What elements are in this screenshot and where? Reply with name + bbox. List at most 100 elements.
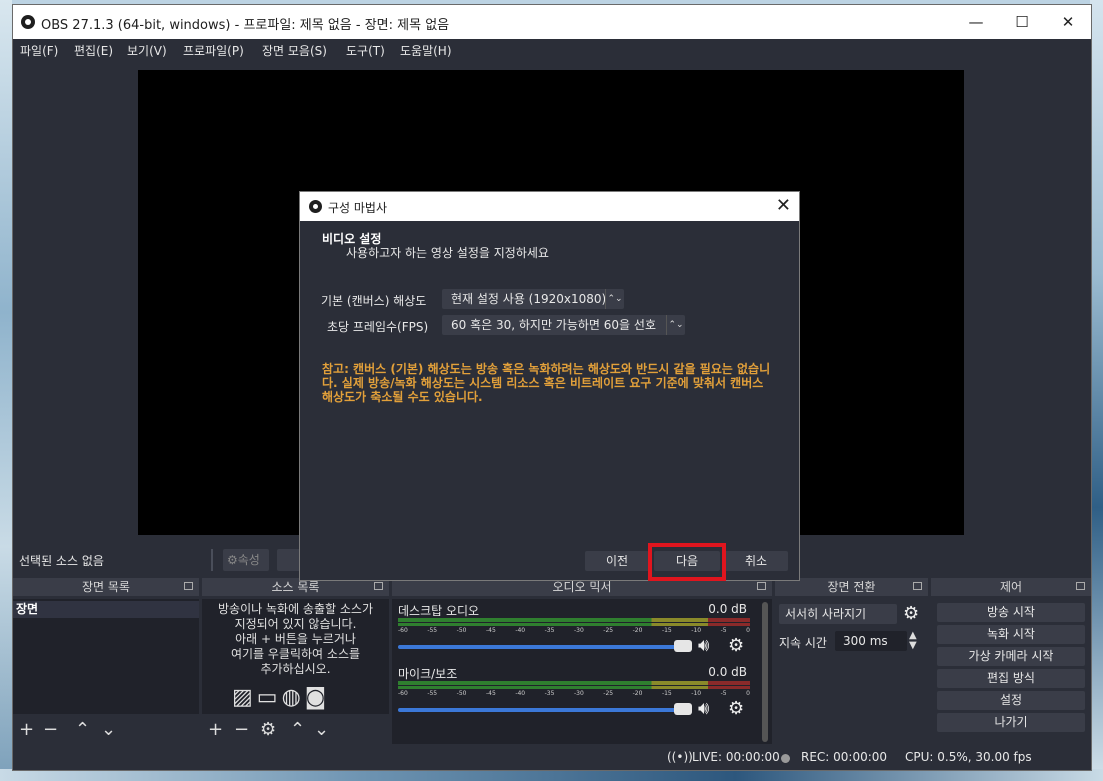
menu-tools[interactable]: 도구(T): [346, 42, 385, 59]
duration-input[interactable]: 300 ms: [835, 631, 907, 651]
channel-level: 0.0 dB: [708, 602, 747, 616]
add-icon[interactable]: +: [208, 721, 223, 739]
meter-ticks: -60 -55 -50 -45 -40 -35 -30 -25 -20 -15 -10 -5 0: [398, 627, 750, 635]
move-down-icon[interactable]: ⌄: [101, 721, 116, 739]
fps-label: 초당 프레임수(FPS): [327, 320, 429, 334]
globe-icon: ◍: [281, 685, 305, 710]
scenes-dock-footer: + − ⌃ ⌄: [13, 716, 199, 744]
scenes-dock: 장면 목록 장면 + − ⌃ ⌄: [13, 578, 199, 744]
controls-dock-title: 제어: [999, 580, 1023, 594]
rec-indicator-icon: [781, 754, 790, 763]
filters-button[interactable]: [277, 549, 301, 571]
toolbar-separator: [211, 549, 213, 571]
volume-slider[interactable]: [398, 645, 686, 649]
tick-label: -45: [485, 627, 496, 634]
remove-icon[interactable]: −: [234, 721, 249, 739]
hint-line: 추가하십시오.: [260, 662, 331, 676]
gear-icon[interactable]: ⚙: [728, 635, 744, 656]
desktop-wallpaper-left: [0, 0, 12, 781]
tick-label: -45: [485, 690, 496, 697]
speaker-icon[interactable]: 🔊︎: [698, 698, 709, 719]
tick-label: -30: [573, 627, 584, 634]
studio-mode-button[interactable]: 편집 방식: [937, 669, 1085, 688]
tick-label: -25: [603, 627, 614, 634]
volume-slider[interactable]: [398, 708, 686, 712]
gear-icon[interactable]: ⚙: [260, 721, 276, 739]
float-dock-icon[interactable]: [374, 582, 383, 590]
tick-label: -40: [515, 690, 526, 697]
volume-slider-handle[interactable]: [674, 640, 692, 652]
float-dock-icon[interactable]: [757, 582, 766, 590]
dialog-title-bar: 구성 마법사 ✕: [300, 192, 799, 221]
float-dock-icon[interactable]: [913, 582, 922, 590]
fps-select[interactable]: 60 혹은 30, 하지만 가능하면 60을 선호 ⌃⌄: [442, 315, 685, 335]
start-virtual-camera-button[interactable]: 가상 카메라 시작: [937, 647, 1085, 666]
close-icon[interactable]: ✕: [776, 195, 791, 216]
move-down-icon[interactable]: ⌄: [314, 721, 329, 739]
transition-select[interactable]: 서서히 사라지기: [779, 604, 897, 624]
menu-profile[interactable]: 프로파일(P): [183, 42, 244, 59]
auto-config-wizard-dialog: 구성 마법사 ✕ 비디오 설정 사용하고자 하는 영상 설정을 지정하세요 기본…: [299, 191, 800, 581]
settings-button[interactable]: 설정: [937, 691, 1085, 710]
scene-item[interactable]: 장면: [13, 601, 199, 618]
next-button-highlight: [648, 543, 726, 581]
tick-label: -35: [544, 690, 555, 697]
tick-label: -25: [603, 690, 614, 697]
mixer-dock-title: 오디오 믹서: [552, 580, 612, 594]
scenes-dock-title: 장면 목록: [82, 580, 130, 594]
tick-label: -20: [632, 690, 643, 697]
sources-list[interactable]: 방송이나 녹화에 송출할 소스가 지정되어 있지 않습니다. 아래 + 버튼을 …: [202, 599, 389, 714]
source-type-icons: ▨▭◍◙: [232, 685, 330, 710]
channel-name: 마이크/보조: [398, 667, 458, 681]
duration-label: 지속 시간: [779, 636, 827, 650]
exit-button[interactable]: 나가기: [937, 713, 1085, 732]
title-bar: OBS 27.1.3 (64-bit, windows) - 프로파일: 제목 …: [13, 5, 1091, 39]
volume-slider-handle[interactable]: [674, 703, 692, 715]
start-recording-button[interactable]: 녹화 시작: [937, 625, 1085, 644]
tick-label: -35: [544, 627, 555, 634]
cancel-button[interactable]: 취소: [724, 551, 788, 571]
menu-view[interactable]: 보기(V): [127, 42, 167, 59]
controls-dock: 제어 방송 시작 녹화 시작 가상 카메라 시작 편집 방식 설정 나가기: [931, 578, 1091, 744]
maximize-button[interactable]: ☐: [999, 5, 1045, 39]
menu-edit[interactable]: 편집(E): [74, 42, 113, 59]
hint-line: 지정되어 있지 않습니다.: [234, 617, 357, 631]
minimize-button[interactable]: —: [953, 5, 999, 39]
volume-meter: [398, 623, 750, 626]
window-title: OBS 27.1.3 (64-bit, windows) - 프로파일: 제목 …: [41, 18, 450, 33]
scenes-list[interactable]: 장면: [13, 599, 199, 714]
float-dock-icon[interactable]: [184, 582, 193, 590]
tick-label: -10: [691, 690, 702, 697]
menu-file[interactable]: 파일(F): [20, 42, 58, 59]
base-resolution-select[interactable]: 현재 설정 사용 (1920x1080) ⌃⌄: [442, 289, 624, 309]
speaker-icon[interactable]: 🔊︎: [698, 635, 709, 656]
tick-label: -50: [456, 627, 467, 634]
menu-help[interactable]: 도움말(H): [400, 42, 452, 59]
move-up-icon[interactable]: ⌃: [290, 721, 305, 739]
remove-icon[interactable]: −: [43, 721, 58, 739]
rec-timer: REC: 00:00:00: [801, 750, 888, 764]
move-up-icon[interactable]: ⌃: [75, 721, 90, 739]
float-dock-icon[interactable]: [1076, 582, 1085, 590]
tick-label: -55: [427, 690, 438, 697]
channel-level: 0.0 dB: [708, 665, 747, 679]
tick-label: -15: [661, 690, 672, 697]
meter-ticks: -60 -55 -50 -45 -40 -35 -30 -25 -20 -15 -10 -5 0: [398, 690, 750, 698]
close-button[interactable]: ✕: [1045, 5, 1091, 39]
duration-spinner[interactable]: ▲ ▼: [909, 631, 917, 651]
gear-icon[interactable]: ⚙: [903, 603, 919, 624]
live-timer: LIVE: 00:00:00: [692, 750, 780, 764]
tick-label: -30: [573, 690, 584, 697]
mixer-scrollbar[interactable]: [762, 602, 768, 742]
menu-scene-collection[interactable]: 장면 모음(S): [262, 42, 327, 59]
properties-button[interactable]: ⚙속성: [223, 549, 269, 571]
volume-meter: [398, 681, 750, 685]
add-icon[interactable]: +: [19, 721, 34, 739]
start-streaming-button[interactable]: 방송 시작: [937, 603, 1085, 622]
gear-icon[interactable]: ⚙: [728, 698, 744, 719]
hint-line: 여기를 우클릭하여 소스를: [230, 647, 361, 661]
tick-label: -55: [427, 627, 438, 634]
channel-name: 데스크탑 오디오: [398, 604, 480, 618]
cpu-usage: CPU: 0.5%, 30.00 fps: [905, 750, 1032, 764]
back-button[interactable]: 이전: [585, 551, 649, 571]
